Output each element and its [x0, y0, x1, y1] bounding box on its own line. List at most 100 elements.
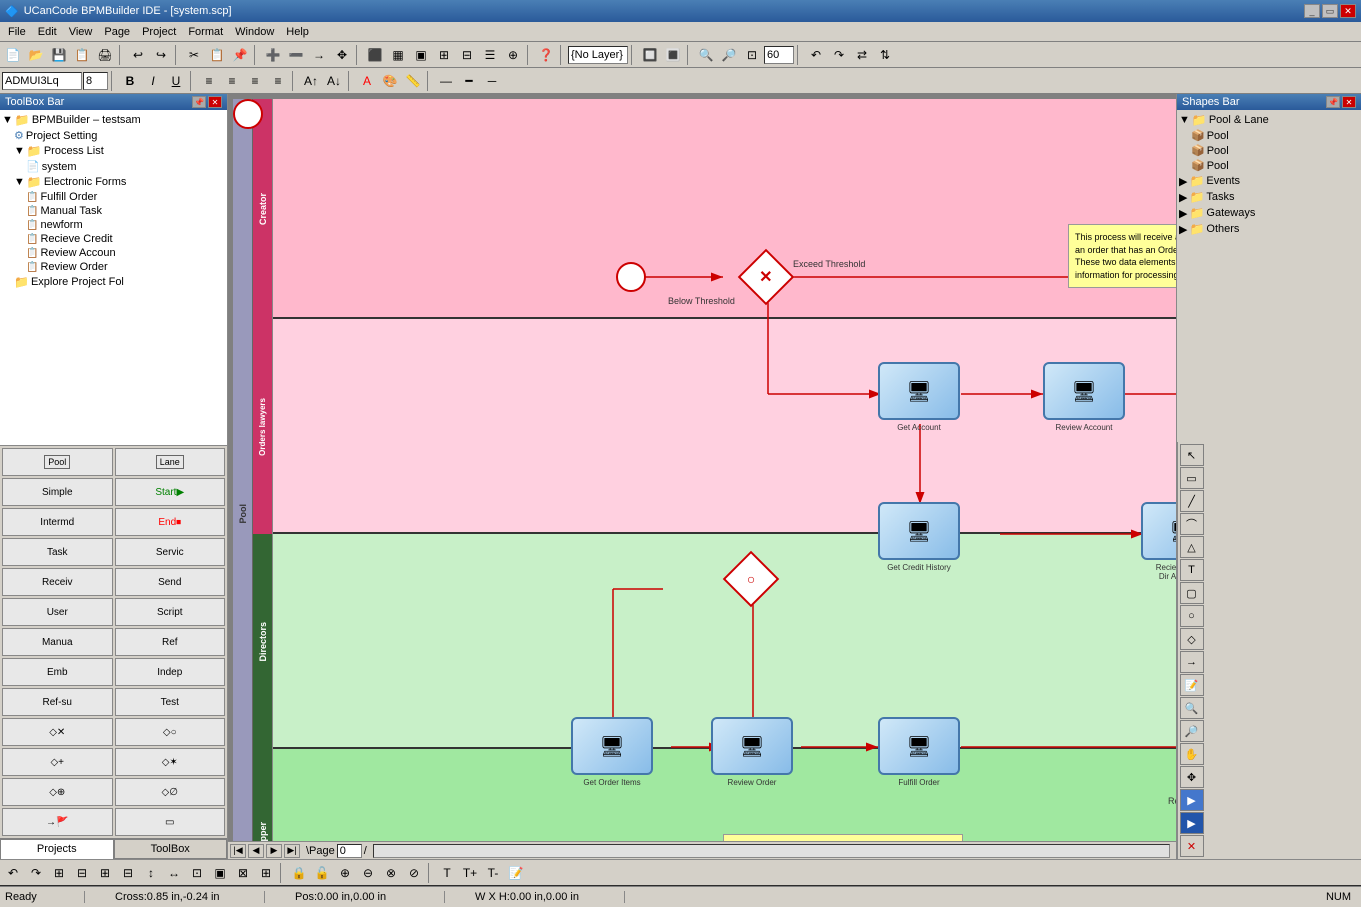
shape-xor-g[interactable]: ◇✕ [2, 718, 113, 746]
bt-14[interactable]: 🔓 [311, 862, 333, 884]
shape-ref[interactable]: Ref [115, 628, 226, 656]
tree-explore-project[interactable]: 📁 Explore Project Fol [14, 274, 225, 290]
tree-manual-task[interactable]: 📋 Manual Task [26, 204, 225, 218]
si-move[interactable]: ✥ [1180, 766, 1204, 788]
tree-review-account[interactable]: 📋 Review Accoun [26, 246, 225, 260]
page-next[interactable]: ▶ [266, 844, 282, 858]
bt-18[interactable]: ⊘ [403, 862, 425, 884]
shape-pool[interactable]: Pool [2, 448, 113, 476]
tree-newform[interactable]: 📋 newform [26, 218, 225, 232]
si-zoom-out[interactable]: 🔎 [1180, 720, 1204, 742]
shape-event-g[interactable]: ◇⊕ [2, 778, 113, 806]
bt-4[interactable]: ⊟ [71, 862, 93, 884]
bt-11[interactable]: ⊠ [232, 862, 254, 884]
font-size-input[interactable] [83, 72, 108, 90]
canvas-scroll[interactable]: Pool Creator Orders lawyers Directors Sh… [228, 94, 1176, 841]
tb-print[interactable]: 🖨 [94, 44, 116, 66]
tb-new[interactable]: 📄 [2, 44, 24, 66]
restore-btn[interactable]: ▭ [1322, 4, 1338, 18]
bt-2[interactable]: ↷ [25, 862, 47, 884]
tb-font-up[interactable]: A↑ [300, 70, 322, 92]
toolbox-pin[interactable]: 📌 [192, 96, 206, 108]
shape-lane[interactable]: Lane [115, 448, 226, 476]
si-zoom-in[interactable]: 🔍 [1180, 697, 1204, 719]
bt-17[interactable]: ⊗ [380, 862, 402, 884]
bt-20[interactable]: T+ [459, 862, 481, 884]
tree-process-list[interactable]: ▼ 📁 Process List [14, 143, 225, 159]
bt-13[interactable]: 🔒 [288, 862, 310, 884]
menu-file[interactable]: File [2, 24, 32, 40]
shapes-events[interactable]: ▶ 📁 Events [1179, 173, 1359, 189]
tb-open[interactable]: 📂 [25, 44, 47, 66]
tb-bold[interactable]: B [119, 70, 141, 92]
shapes-pool-lane[interactable]: ▼ 📁 Pool & Lane [1179, 112, 1359, 128]
menu-view[interactable]: View [63, 24, 99, 40]
node-get-account[interactable]: 🖥 Get Account [878, 362, 960, 432]
shape-service[interactable]: Servic [115, 538, 226, 566]
tb-save[interactable]: 💾 [48, 44, 70, 66]
tb-zoom-fit[interactable]: ⊡ [741, 44, 763, 66]
shape-end[interactable]: End⏹ [115, 508, 226, 536]
si-arrow[interactable]: ↖ [1180, 444, 1204, 466]
shape-or-g[interactable]: ◇○ [115, 718, 226, 746]
tb-r4[interactable]: ⇅ [874, 44, 896, 66]
si-line[interactable]: ╱ [1180, 490, 1204, 512]
shape-user[interactable]: User [2, 598, 113, 626]
node-get-order-items[interactable]: 🖥 Get Order Items [571, 717, 653, 787]
tb-line-width[interactable]: ━ [458, 70, 480, 92]
shapes-pool2[interactable]: 📦 Pool [1191, 143, 1359, 158]
bt-19[interactable]: T [436, 862, 458, 884]
bt-12[interactable]: ⊞ [255, 862, 277, 884]
shape-simple[interactable]: Simple [2, 478, 113, 506]
bt-3[interactable]: ⊞ [48, 862, 70, 884]
si-arrow2[interactable]: → [1180, 651, 1204, 673]
bt-5[interactable]: ⊞ [94, 862, 116, 884]
tb-move[interactable]: ✥ [331, 44, 353, 66]
close-btn[interactable]: ✕ [1340, 4, 1356, 18]
tb-redo[interactable]: ↪ [150, 44, 172, 66]
tb-b7[interactable]: ⊕ [502, 44, 524, 66]
page-last[interactable]: ▶| [284, 844, 300, 858]
shape-embedded[interactable]: Emb [2, 658, 113, 686]
menu-project[interactable]: Project [136, 24, 182, 40]
node-fulfill-order[interactable]: 🖥 Fulfill Order [878, 717, 960, 787]
tb-zoom-out2[interactable]: 🔍 [695, 44, 717, 66]
bt-21[interactable]: T- [482, 862, 504, 884]
tb-line-w2[interactable]: ─ [481, 70, 503, 92]
si-curve[interactable]: ⌒ [1180, 513, 1204, 535]
page-first[interactable]: |◀ [230, 844, 246, 858]
tb-r1[interactable]: ↶ [805, 44, 827, 66]
shapes-others[interactable]: ▶ 📁 Others [1179, 221, 1359, 237]
menu-format[interactable]: Format [182, 24, 229, 40]
tb-font-color[interactable]: A [356, 70, 378, 92]
window-controls[interactable]: _ ▭ ✕ [1304, 4, 1356, 18]
shape-and-g[interactable]: ◇+ [2, 748, 113, 776]
tb-zoom-in[interactable]: 🔎 [718, 44, 740, 66]
shape-test[interactable]: Test [115, 688, 226, 716]
shape-manual[interactable]: Manua [2, 628, 113, 656]
tb-bg-color[interactable]: 🎨 [379, 70, 401, 92]
tb-b2[interactable]: ▦ [387, 44, 409, 66]
shape-intermed[interactable]: Intermd [2, 508, 113, 536]
menu-edit[interactable]: Edit [32, 24, 63, 40]
tb-layer1[interactable]: 🔲 [639, 44, 661, 66]
shape-refsub[interactable]: Ref-su [2, 688, 113, 716]
si-text[interactable]: T [1180, 559, 1204, 581]
node-gateway1[interactable]: ✕ [746, 257, 786, 297]
menu-page[interactable]: Page [98, 24, 136, 40]
tb-b4[interactable]: ⊞ [433, 44, 455, 66]
tb-saveas[interactable]: 📋 [71, 44, 93, 66]
shape-script[interactable]: Script [115, 598, 226, 626]
tb-underline[interactable]: U [165, 70, 187, 92]
tb-cut[interactable]: ✂ [183, 44, 205, 66]
page-prev[interactable]: ◀ [248, 844, 264, 858]
shapes-close[interactable]: ✕ [1342, 96, 1356, 108]
shapes-gateways[interactable]: ▶ 📁 Gateways [1179, 205, 1359, 221]
node-gateway4[interactable]: ○ [731, 559, 771, 599]
tree-electronic-forms[interactable]: ▼ 📁 Electronic Forms [14, 174, 225, 190]
shape-start[interactable]: Start▶ [115, 478, 226, 506]
si-poly[interactable]: △ [1180, 536, 1204, 558]
node-start-event[interactable] [616, 262, 646, 292]
tb-add[interactable]: ➕ [262, 44, 284, 66]
tb-align-left[interactable]: ≡ [198, 70, 220, 92]
